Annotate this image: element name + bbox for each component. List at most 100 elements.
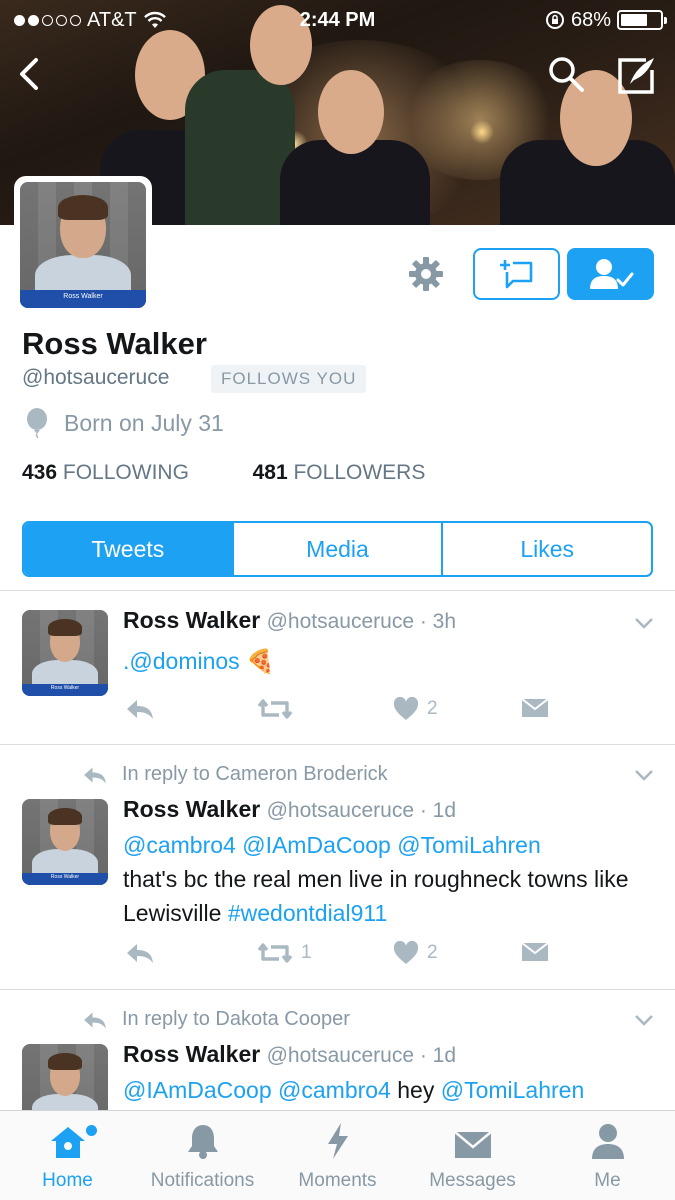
following-label: FOLLOWING <box>62 461 189 484</box>
tab-me[interactable]: Me <box>540 1111 675 1200</box>
tweet-meta: @hotsauceruce · 3h <box>266 610 457 633</box>
lightning-icon <box>327 1123 348 1159</box>
tweet-avatar[interactable]: Ross Walker <box>22 799 108 885</box>
tweet-item[interactable]: In reply to Dakota Cooper Ross Walker @h… <box>0 989 675 1110</box>
tab-notifications-label: Notifications <box>150 1170 255 1191</box>
pizza-emoji: 🍕 <box>246 648 275 674</box>
battery-percent: 68% <box>570 8 611 31</box>
chevron-left-icon <box>20 58 38 90</box>
following-button[interactable] <box>567 248 654 300</box>
new-content-indicator <box>86 1125 97 1136</box>
bottom-tab-bar: Home Notifications Moments Messages Me <box>0 1110 675 1200</box>
rotation-lock-icon <box>545 11 564 29</box>
direct-message-tweet-button[interactable] <box>521 941 549 963</box>
tweet-meta: @hotsauceruce · 1d <box>266 1044 457 1067</box>
reply-icon <box>127 700 153 719</box>
reply-icon <box>84 767 106 783</box>
back-button[interactable] <box>14 54 46 94</box>
tweet-author-name[interactable]: Ross Walker <box>123 1041 260 1067</box>
tweet-item[interactable]: Ross Walker Ross Walker @hotsauceruce · … <box>0 590 675 744</box>
tab-likes[interactable]: Likes <box>441 523 651 575</box>
mention-links[interactable]: @cambro4 @IAmDaCoop @TomiLahren <box>123 832 541 858</box>
retweet-icon <box>257 699 293 719</box>
envelope-icon <box>521 942 549 961</box>
tweet-text: @cambro4 @IAmDaCoop @TomiLahren that's b… <box>123 828 653 930</box>
tab-moments-label: Moments <box>298 1170 377 1191</box>
tweet-avatar[interactable]: Ross Walker <box>22 610 108 696</box>
mention-link[interactable]: @TomiLahren <box>441 1077 585 1103</box>
tweet-body: hey <box>397 1077 435 1103</box>
chevron-down-icon[interactable] <box>634 1013 654 1027</box>
retweet-button[interactable]: 1 <box>257 941 312 965</box>
compose-tweet-button[interactable] <box>614 54 658 98</box>
tab-moments[interactable]: Moments <box>270 1111 405 1200</box>
profile-name: Ross Walker <box>22 326 207 361</box>
tweet-actions: 2 <box>123 697 563 727</box>
heart-icon <box>393 697 419 720</box>
mention-links[interactable]: @IAmDaCoop @cambro4 <box>123 1077 391 1103</box>
avatar-caption: Ross Walker <box>20 290 146 308</box>
reply-icon <box>84 1012 106 1028</box>
tweet-header: Ross Walker @hotsauceruce · 1d <box>123 1041 456 1068</box>
follow-stats: 436 FOLLOWING 481 FOLLOWERS <box>22 461 425 485</box>
search-button[interactable] <box>546 54 586 94</box>
profile-avatar[interactable]: Ross Walker <box>14 176 152 314</box>
reply-context-text[interactable]: In reply to Cameron Broderick <box>122 763 388 786</box>
tab-media[interactable]: Media <box>231 523 442 575</box>
following-stat[interactable]: 436 FOLLOWING <box>22 461 195 484</box>
tweet-header: Ross Walker @hotsauceruce · 1d <box>123 796 456 823</box>
tweet-avatar[interactable] <box>22 1044 108 1110</box>
bell-icon <box>187 1125 218 1159</box>
followers-stat[interactable]: 481 FOLLOWERS <box>253 461 426 484</box>
search-icon <box>549 57 584 92</box>
like-count: 2 <box>427 698 438 719</box>
reply-context: In reply to Cameron Broderick <box>82 763 388 786</box>
tweet-actions: 1 2 <box>123 941 563 971</box>
tab-messages-label: Messages <box>429 1170 516 1191</box>
chevron-down-icon[interactable] <box>634 768 654 782</box>
tweet-author-name[interactable]: Ross Walker <box>123 607 260 633</box>
like-count: 2 <box>427 942 438 963</box>
settings-button[interactable] <box>406 254 446 294</box>
reply-button[interactable] <box>125 941 155 965</box>
tab-notifications[interactable]: Notifications <box>135 1111 270 1200</box>
tab-messages[interactable]: Messages <box>405 1111 540 1200</box>
message-add-icon <box>499 260 532 289</box>
tab-tweets[interactable]: Tweets <box>24 523 232 575</box>
direct-message-tweet-button[interactable] <box>521 697 549 719</box>
reply-button[interactable] <box>125 697 155 721</box>
hashtag-link[interactable]: #wedontdial911 <box>228 900 387 926</box>
retweet-icon <box>257 943 293 963</box>
mention-link[interactable]: .@dominos <box>123 648 240 674</box>
chevron-down-icon[interactable] <box>634 616 654 630</box>
compose-icon <box>618 58 654 94</box>
battery-icon <box>617 10 667 30</box>
reply-context-text[interactable]: In reply to Dakota Cooper <box>122 1008 350 1031</box>
tweet-item[interactable]: In reply to Cameron Broderick Ross Walke… <box>0 744 675 989</box>
birthday-text: Born on July 31 <box>64 409 224 436</box>
gear-icon <box>409 257 443 291</box>
tab-home[interactable]: Home <box>0 1111 135 1200</box>
followers-label: FOLLOWERS <box>293 461 426 484</box>
avatar-caption: Ross Walker <box>22 872 108 885</box>
heart-icon <box>393 941 419 964</box>
retweet-button[interactable] <box>257 697 293 721</box>
home-icon <box>50 1127 85 1158</box>
envelope-icon <box>453 1131 492 1158</box>
envelope-icon <box>521 698 549 717</box>
tweet-author-name[interactable]: Ross Walker <box>123 796 260 822</box>
status-bar: AT&T 2:44 PM 68% <box>0 0 675 40</box>
tweet-text: .@dominos 🍕 <box>123 644 653 678</box>
reply-icon <box>127 944 153 963</box>
follows-you-badge: FOLLOWS YOU <box>211 365 367 393</box>
following-count: 436 <box>22 461 58 484</box>
profile-tabs: Tweets Media Likes <box>22 521 653 577</box>
reply-context: In reply to Dakota Cooper <box>82 1008 350 1031</box>
tweet-meta: @hotsauceruce · 1d <box>266 799 457 822</box>
tweet-text: @IAmDaCoop @cambro4 hey @TomiLahren <box>123 1073 653 1107</box>
like-button[interactable]: 2 <box>393 941 438 965</box>
direct-message-button[interactable] <box>473 248 560 300</box>
avatar-caption: Ross Walker <box>22 683 108 696</box>
tweet-header: Ross Walker @hotsauceruce · 3h <box>123 607 456 634</box>
like-button[interactable]: 2 <box>393 697 438 721</box>
